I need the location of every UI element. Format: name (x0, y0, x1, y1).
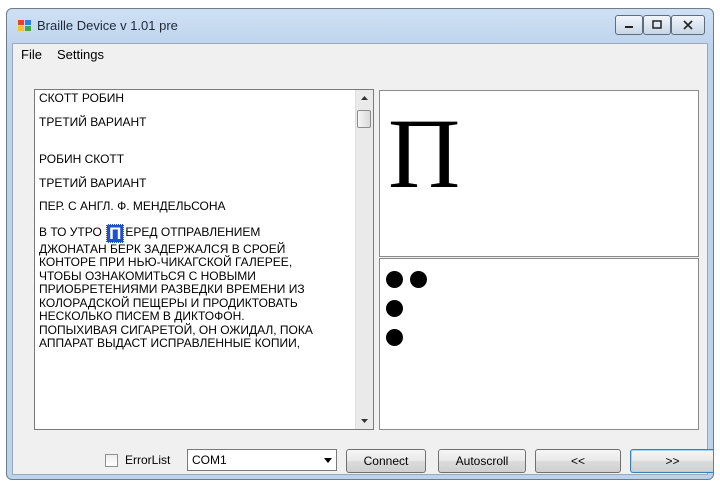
menu-bar: File Settings (13, 44, 707, 66)
errorlist-checkbox[interactable] (105, 454, 118, 467)
letter-display-panel: П (379, 90, 699, 257)
text-line: КОЛОРАДСКОЙ ПЕЩЕРЫ И ПРОДИКТОВАТЬ (39, 295, 298, 310)
app-window: Braille Device v 1.01 pre File Settings … (6, 8, 714, 480)
client-area: File Settings СКОТТ РОБИН ТРЕТИЙ ВАРИАНТ… (12, 43, 713, 476)
maximize-button[interactable] (643, 15, 671, 35)
previous-button[interactable]: << (535, 449, 621, 473)
text-before-cursor: В ТО УТРО (39, 224, 106, 239)
close-icon (683, 20, 693, 30)
text-line: КОНТОРЕ ПРИ НЬЮ-ЧИКАГСКОЙ ГАЛЕРЕЕ, (39, 255, 293, 269)
text-line: ТРЕТИЙ ВАРИАНТ (39, 114, 147, 129)
text-line: ПРИОБРЕТЕНИЯМИ РАЗВЕДКИ ВРЕМЕНИ ИЗ (39, 282, 305, 296)
port-value: COM1 (192, 453, 227, 467)
text-line: ПЕР. С АНГЛ. Ф. МЕНДЕЛЬСОНА (39, 199, 226, 213)
menu-settings[interactable]: Settings (57, 47, 104, 62)
text-line-current: В ТО УТРО П ЕРЕД ОТПРАВЛЕНИЕМ (39, 223, 349, 243)
errorlist-label: ErrorList (125, 453, 171, 467)
arrow-up-icon (361, 96, 368, 100)
text-line: АППАРАТ ВЫДАСТ ИСПРАВЛЕННЫЕ КОПИИ, (39, 336, 301, 350)
current-letter: П (388, 98, 461, 209)
port-select[interactable]: COM1 (187, 449, 337, 471)
app-icon (17, 18, 33, 34)
text-line: ЧТОБЫ ОЗНАКОМИТЬСЯ С НОВЫМИ (39, 268, 256, 283)
minimize-icon (625, 26, 633, 28)
connect-button[interactable]: Connect (346, 449, 426, 473)
next-button[interactable]: >> (630, 449, 713, 473)
text-area[interactable]: СКОТТ РОБИН ТРЕТИЙ ВАРИАНТ РОБИН СКОТТ Т… (34, 89, 374, 430)
maximize-icon (652, 20, 662, 29)
text-line: СКОТТ РОБИН (39, 91, 125, 105)
menu-file[interactable]: File (21, 47, 42, 62)
arrow-down-icon (361, 419, 368, 423)
autoscroll-button[interactable]: Autoscroll (438, 449, 526, 473)
text-line: ПОПЫХИВАЯ СИГАРЕТОЙ, ОН ОЖИДАЛ, ПОКА (39, 322, 313, 337)
scroll-up-button[interactable] (356, 90, 373, 107)
text-line: ДЖОНАТАН БЕРК ЗАДЕРЖАЛСЯ В СРОЕЙ (39, 241, 286, 256)
title-bar[interactable]: Braille Device v 1.01 pre (7, 9, 713, 43)
braille-dot-1 (386, 271, 403, 288)
braille-dot-4 (410, 271, 427, 288)
text-line: РОБИН СКОТТ (39, 152, 125, 166)
braille-cell-panel (379, 258, 699, 430)
text-after-cursor: ЕРЕД ОТПРАВЛЕНИЕМ (125, 224, 261, 239)
text-line: ТРЕТИЙ ВАРИАНТ (39, 175, 147, 190)
text-scrollbar[interactable] (355, 90, 373, 429)
window-title: Braille Device v 1.01 pre (37, 18, 178, 33)
braille-dot-3 (386, 329, 403, 346)
braille-dot-2 (386, 300, 403, 317)
scroll-thumb[interactable] (357, 110, 371, 128)
scroll-down-button[interactable] (356, 412, 373, 429)
minimize-button[interactable] (615, 15, 643, 35)
highlighted-letter: П (106, 223, 125, 243)
chevron-down-icon (324, 458, 332, 463)
close-button[interactable] (671, 15, 705, 35)
text-line: НЕСКОЛЬКО ПИСЕМ В ДИКТОФОН. (39, 309, 245, 323)
text-content: СКОТТ РОБИН ТРЕТИЙ ВАРИАНТ РОБИН СКОТТ Т… (39, 91, 349, 351)
bottom-toolbar: ErrorList COM1 Connect Autoscroll << >> (13, 434, 713, 476)
